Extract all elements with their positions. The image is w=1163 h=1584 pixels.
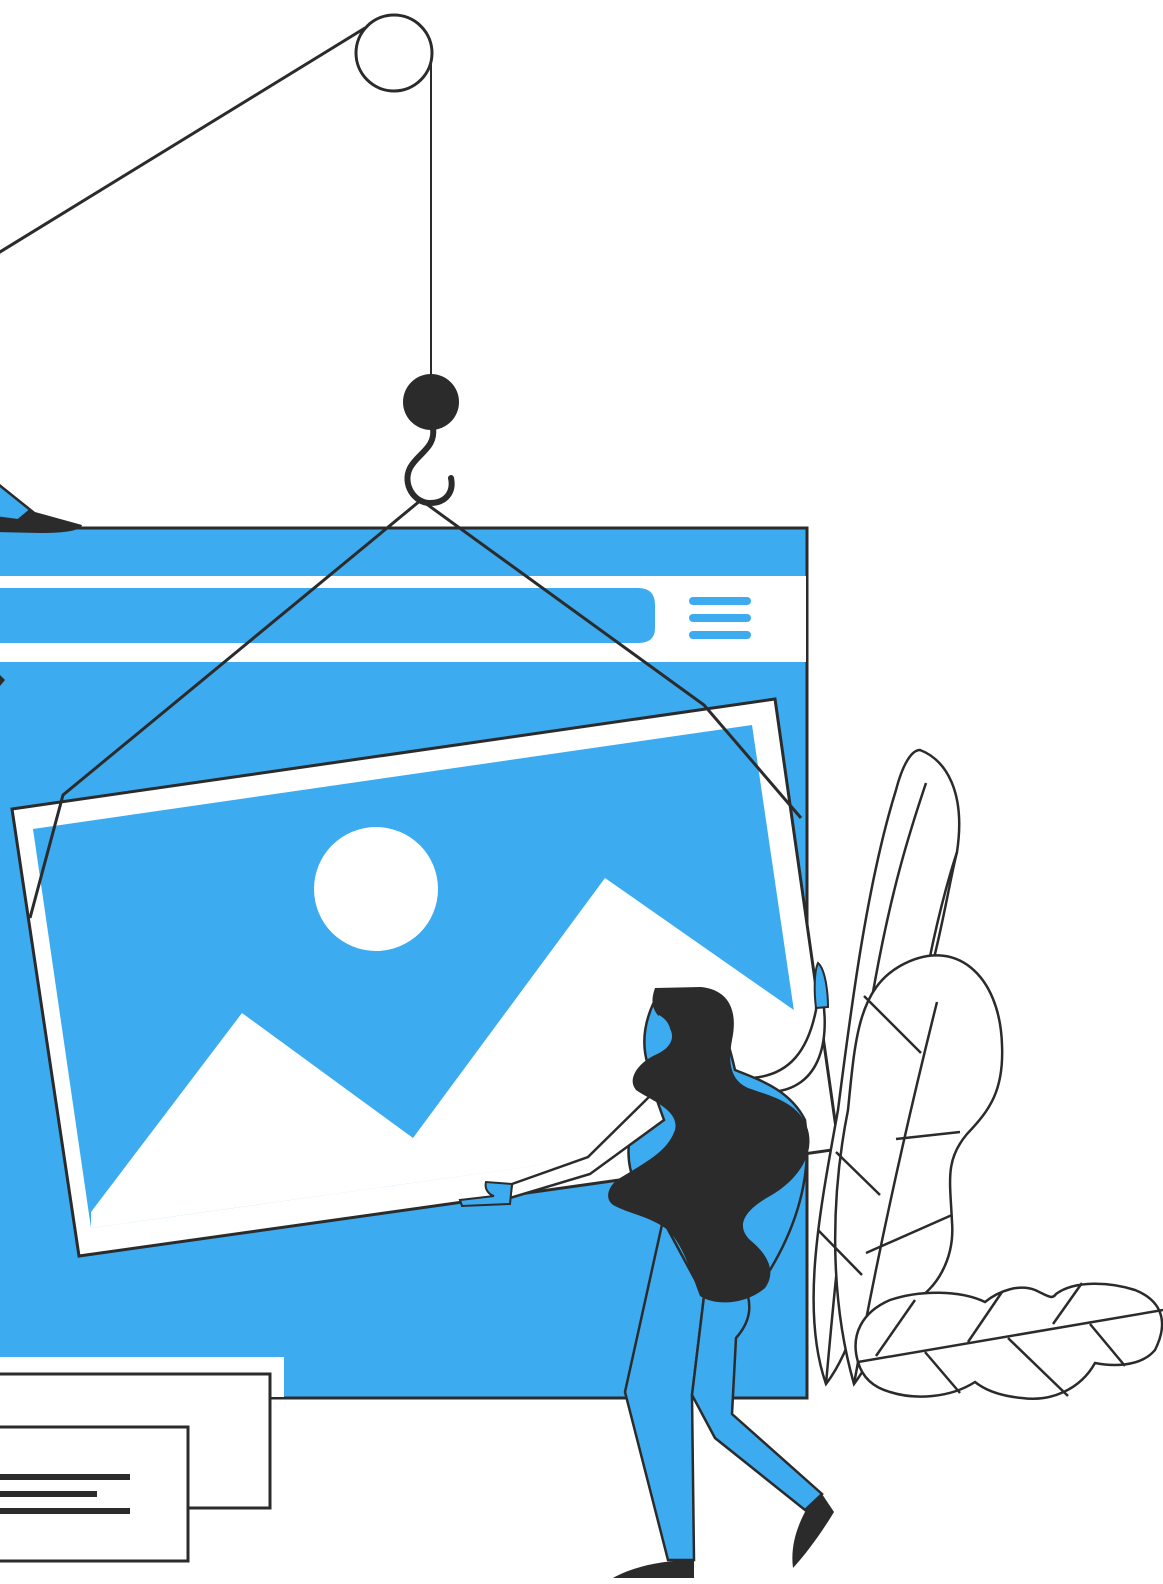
content-cards — [0, 1372, 272, 1563]
illustration-canvas — [0, 0, 1163, 1584]
sun-icon — [314, 827, 438, 951]
plant — [812, 748, 1163, 1400]
illustration-svg — [0, 13, 1163, 1578]
crane-arm — [0, 26, 366, 254]
hook-weight — [403, 374, 459, 430]
person-raised-hand — [813, 961, 830, 1010]
pulley-icon — [354, 13, 434, 93]
person-back-shoe — [613, 1560, 694, 1578]
address-bar — [0, 588, 655, 643]
crane-hook-icon — [404, 425, 455, 507]
leaf-icon — [854, 1282, 1163, 1400]
